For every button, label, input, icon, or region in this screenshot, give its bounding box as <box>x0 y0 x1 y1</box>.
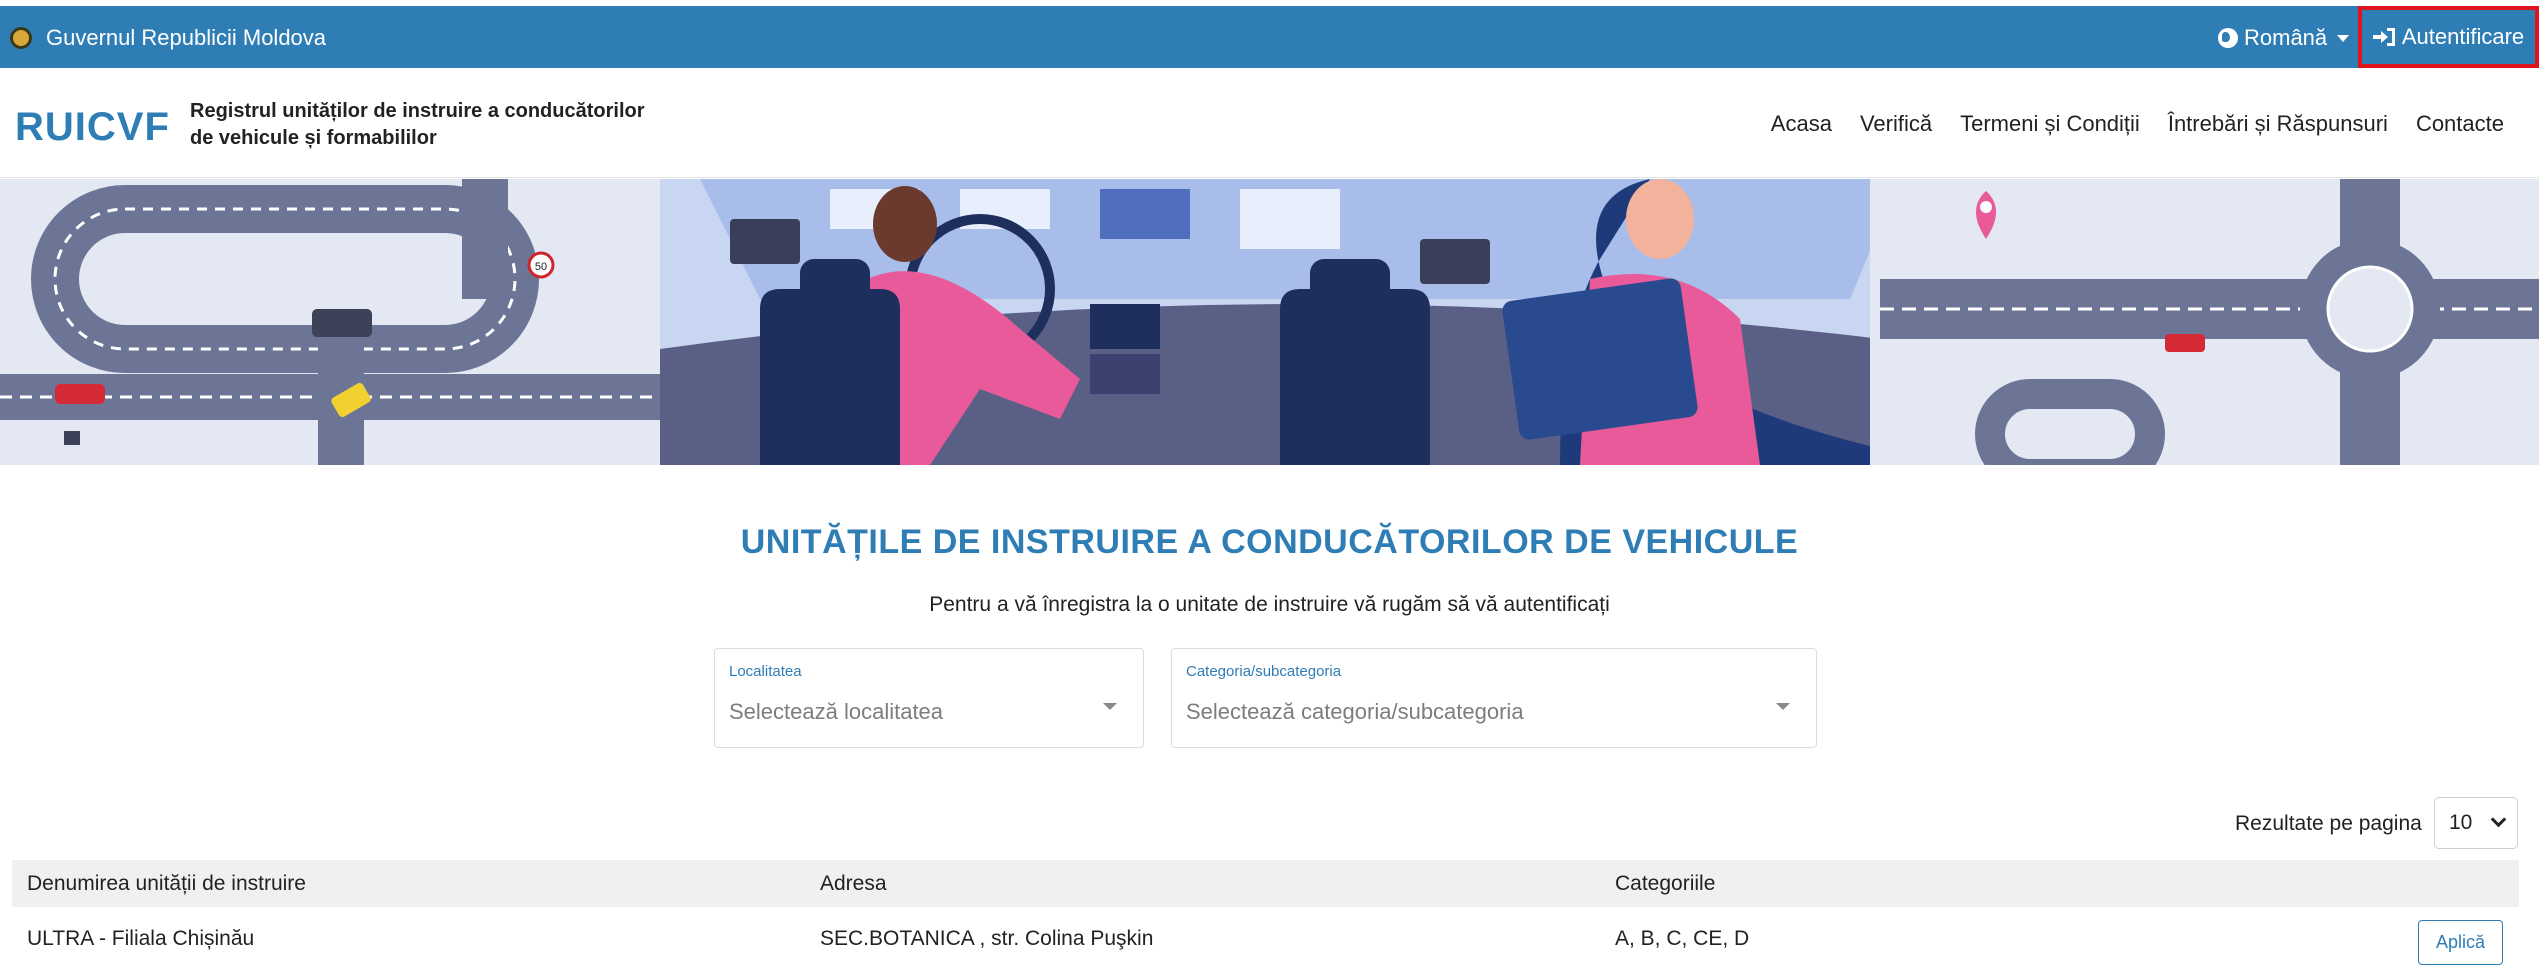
language-selector[interactable]: Română <box>2218 25 2350 51</box>
category-placeholder: Selectează categoria/subcategoria <box>1186 699 1524 724</box>
chevron-down-icon <box>2490 811 2507 828</box>
page-subtitle: Pentru a vă înregistra la o unitate de i… <box>929 593 1610 616</box>
subtitle-line-2: de vehicule și formabililor <box>190 127 437 149</box>
per-page-select[interactable]: 10 <box>2434 797 2518 849</box>
page-title: UNITĂȚILE DE INSTRUIRE A CONDUCĂTORILOR … <box>740 523 1799 561</box>
nav-termeni[interactable]: Termeni și Condiții <box>1960 111 2140 137</box>
hero-banner: 50 <box>0 179 2539 465</box>
per-page-label: Rezultate pe pagina <box>2235 812 2422 835</box>
category-label: Categoria/subcategoria <box>1186 663 1342 680</box>
locality-label: Localitatea <box>729 663 802 680</box>
row-address: SEC.BOTANICA , str. Colina Puşkin <box>820 927 1154 950</box>
row-name: ULTRA - Filiala Chișinău <box>27 927 255 950</box>
language-label: Română <box>2244 25 2328 50</box>
gov-top-bar: Guvernul Republicii Moldova Română Auten… <box>0 6 2539 68</box>
category-select[interactable]: Categoria/subcategoria Selectează catego… <box>1171 648 1817 748</box>
caret-down-icon <box>1103 703 1117 710</box>
site-header: RUICVF Registrul unităților de instruire… <box>0 68 2539 178</box>
caret-down-icon <box>1776 703 1790 710</box>
coat-of-arms-icon <box>10 27 32 49</box>
per-page-value: 10 <box>2449 811 2473 834</box>
subtitle-line-1: Registrul unităților de instruire a cond… <box>190 100 645 122</box>
nav-acasa[interactable]: Acasa <box>1771 111 1832 137</box>
nav-contacte[interactable]: Contacte <box>2416 111 2504 137</box>
column-header-name[interactable]: Denumirea unității de instruire <box>27 872 306 896</box>
login-button[interactable]: Autentificare <box>2358 6 2539 68</box>
sign-in-icon <box>2372 28 2395 46</box>
gov-name[interactable]: Guvernul Republicii Moldova <box>46 25 326 51</box>
login-label: Autentificare <box>2401 24 2525 49</box>
locality-select[interactable]: Localitatea Selectează localitatea <box>714 648 1144 748</box>
caret-down-icon <box>2337 34 2350 42</box>
site-logo[interactable]: RUICVF <box>15 105 170 150</box>
site-subtitle: Registrul unităților de instruire a cond… <box>190 98 690 152</box>
column-header-address[interactable]: Adresa <box>820 872 887 896</box>
locality-placeholder: Selectează localitatea <box>729 699 944 724</box>
globe-icon <box>2218 28 2238 48</box>
column-header-categories[interactable]: Categoriile <box>1615 872 1715 896</box>
banner-illustration: 50 <box>0 179 2539 465</box>
speed-sign: 50 <box>535 261 547 273</box>
nav-verifica[interactable]: Verifică <box>1860 111 1932 137</box>
apply-button[interactable]: Aplică <box>2418 920 2503 965</box>
main-nav: Acasa Verifică Termeni și Condiții Între… <box>1771 111 2504 137</box>
nav-intrebari[interactable]: Întrebări și Răspunsuri <box>2168 111 2388 137</box>
table-row: ULTRA - Filiala Chișinău SEC.BOTANICA , … <box>12 915 2519 965</box>
row-categories: A, B, C, CE, D <box>1615 927 1750 950</box>
table-header: Denumirea unității de instruire Adresa C… <box>12 860 2519 907</box>
